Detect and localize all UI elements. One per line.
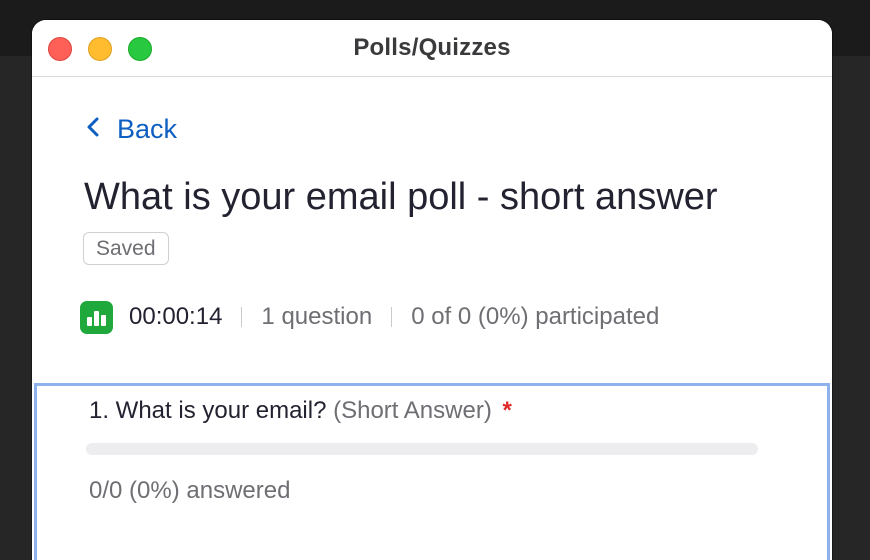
poll-stats: 00:00:14 1 question 0 of 0 (0%) particip… — [80, 300, 659, 334]
question-text: 1. What is your email? — [89, 397, 327, 424]
poll-title: What is your email poll - short answer — [84, 176, 718, 218]
question-card[interactable]: 1. What is your email? (Short Answer) * … — [34, 383, 830, 560]
bar-chart-icon — [80, 300, 113, 334]
back-button[interactable]: Back — [86, 114, 177, 145]
required-marker: * — [502, 397, 512, 424]
question-count: 1 question — [261, 303, 373, 330]
participation-summary: 0 of 0 (0%) participated — [411, 303, 660, 330]
answered-count: 0/0 (0%) answered — [89, 477, 291, 504]
poll-timer: 00:00:14 — [129, 303, 223, 330]
divider — [391, 307, 393, 327]
question-type: (Short Answer) — [333, 397, 492, 424]
title-bar: Polls/Quizzes — [32, 20, 832, 77]
answer-progress-bar — [86, 443, 758, 455]
back-label: Back — [117, 114, 178, 144]
status-badge: Saved — [83, 232, 169, 265]
chevron-left-icon — [86, 114, 108, 145]
window-title: Polls/Quizzes — [353, 34, 511, 61]
polls-window: Polls/Quizzes Back What is your email po… — [32, 20, 832, 560]
divider — [241, 307, 243, 327]
question-heading: 1. What is your email? (Short Answer) * — [89, 397, 512, 425]
